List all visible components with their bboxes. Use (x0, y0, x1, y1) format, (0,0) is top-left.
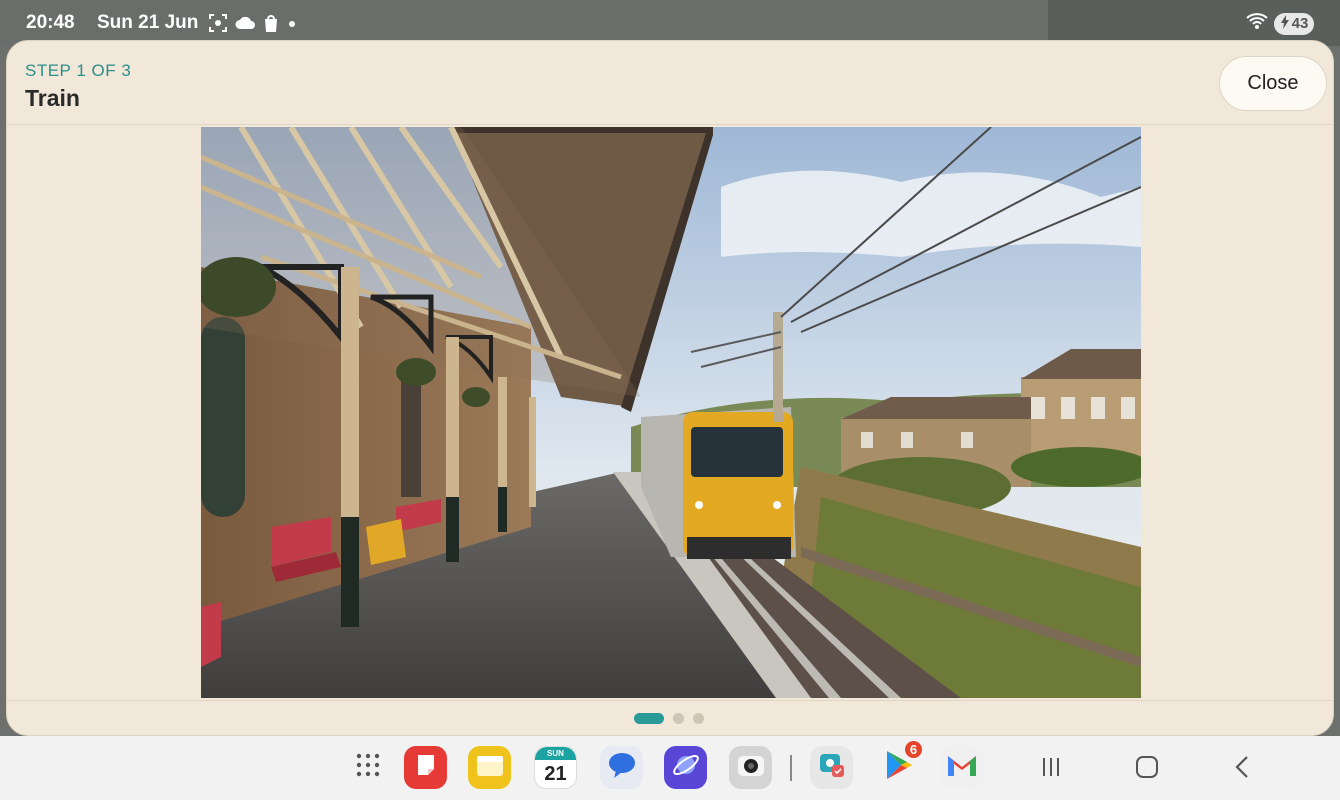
play-store-app-button[interactable]: 6 (876, 739, 924, 789)
page-dot-2[interactable] (673, 713, 684, 724)
camera-icon (736, 752, 766, 783)
internet-app-button[interactable] (664, 746, 707, 789)
charging-icon (1280, 14, 1290, 33)
files-app-button[interactable] (468, 746, 511, 789)
cloud-icon (234, 15, 256, 36)
status-icons-left (208, 13, 298, 38)
dialog-header: STEP 1 OF 3 Train Close (7, 41, 1333, 125)
close-button[interactable]: Close (1219, 56, 1327, 111)
notes-app-button[interactable] (404, 746, 447, 789)
page-dot-1[interactable] (634, 713, 664, 724)
app-drawer-button[interactable] (346, 746, 389, 789)
play-store-badge: 6 (903, 739, 924, 760)
page-dot-3[interactable] (693, 713, 704, 724)
chat-icon (607, 751, 637, 784)
photo-edit-app-button[interactable] (810, 746, 853, 789)
image-dialog: STEP 1 OF 3 Train Close (6, 40, 1334, 736)
battery-indicator: 43 (1274, 12, 1314, 35)
calendar-day: 21 (544, 763, 567, 785)
calendar-app-button[interactable]: SUN 21 (534, 746, 577, 789)
camera-app-button[interactable] (729, 746, 772, 789)
page-indicator (634, 713, 704, 724)
dialog-title: Train (25, 85, 80, 111)
step-label: STEP 1 OF 3 (25, 61, 132, 80)
notification-dot-icon (286, 17, 298, 35)
status-date: Sun 21 Jun (97, 12, 199, 33)
taskbar-separator (790, 755, 792, 781)
taskbar: SUN 21 6 (0, 736, 1340, 800)
recents-icon (1040, 756, 1062, 783)
back-button[interactable] (1226, 752, 1260, 786)
recents-button[interactable] (1034, 752, 1068, 786)
status-time: 20:48 (26, 12, 75, 33)
battery-level: 43 (1291, 15, 1309, 32)
train-station-photo (201, 127, 1141, 698)
browser-icon (671, 750, 701, 785)
messages-app-button[interactable] (600, 746, 643, 789)
home-icon (1135, 755, 1159, 784)
shopping-bag-icon (262, 13, 280, 38)
photo-edit-icon (817, 751, 847, 784)
back-icon (1232, 755, 1254, 784)
status-icons-right: 43 (1246, 12, 1314, 35)
gmail-app-button[interactable] (940, 746, 983, 789)
grid-icon (355, 752, 381, 783)
calendar-weekday: SUN (535, 747, 576, 760)
gmail-icon (946, 752, 978, 783)
home-button[interactable] (1130, 752, 1164, 786)
notes-icon (413, 752, 439, 783)
dialog-footer (7, 700, 1333, 735)
wifi-icon (1246, 12, 1268, 35)
folder-icon (475, 752, 505, 783)
screenshot-icon (208, 13, 228, 38)
